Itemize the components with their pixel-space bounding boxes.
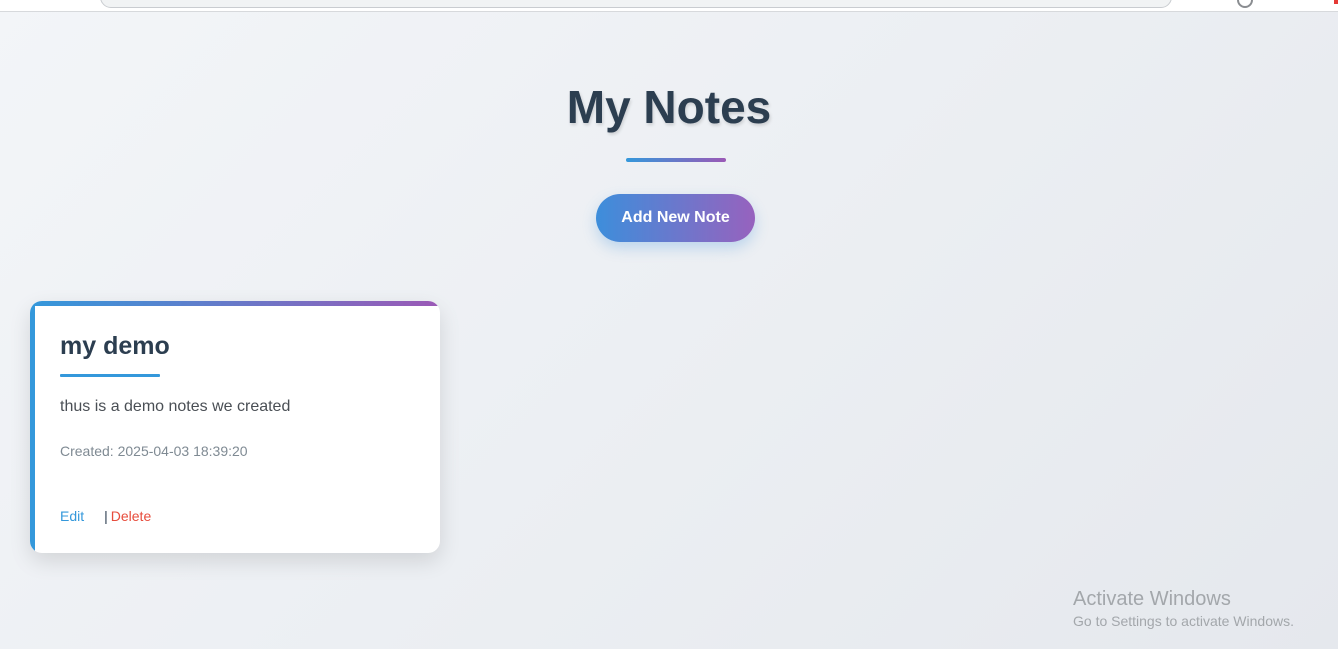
note-title: my demo (60, 332, 170, 360)
profile-icon[interactable] (1237, 0, 1253, 8)
note-created-date: Created: 2025-04-03 18:39:20 (60, 443, 248, 459)
edit-link[interactable]: Edit (60, 508, 84, 524)
page-title: My Notes (566, 81, 772, 133)
delete-link[interactable]: Delete (111, 508, 151, 524)
browser-toolbar (0, 0, 1338, 12)
close-corner-icon (1334, 0, 1338, 4)
title-underline (626, 158, 726, 162)
watermark-title: Activate Windows (1073, 588, 1231, 610)
note-title-underline (60, 374, 160, 377)
note-content: thus is a demo notes we created (60, 398, 291, 415)
note-actions: Edit | Delete (60, 508, 151, 524)
note-card: my demo thus is a demo notes we created … (30, 301, 440, 553)
add-note-button[interactable]: Add New Note (596, 194, 755, 242)
action-separator: | (104, 508, 108, 524)
activate-windows-watermark: Activate Windows Go to Settings to activ… (1073, 588, 1294, 631)
watermark-subtitle: Go to Settings to activate Windows. (1073, 613, 1294, 629)
card-accent-bar (30, 301, 440, 306)
address-bar[interactable] (100, 0, 1172, 8)
card-left-border (30, 301, 35, 553)
